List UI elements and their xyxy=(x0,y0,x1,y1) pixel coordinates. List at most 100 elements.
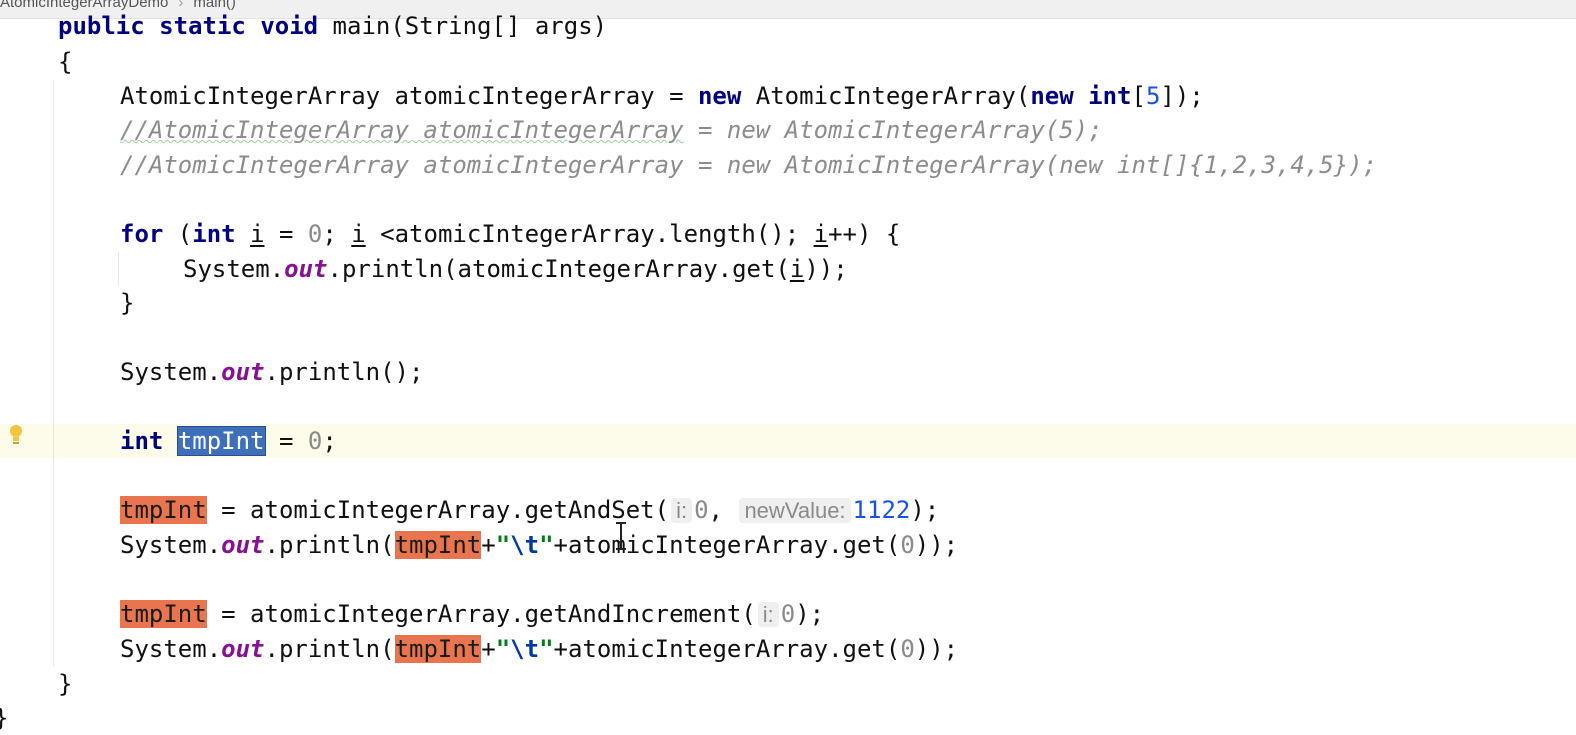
token-text: ( xyxy=(163,220,193,248)
code-line-21: } xyxy=(0,701,8,735)
token-text: System. xyxy=(120,531,222,559)
parameter-hint: newValue: xyxy=(739,498,851,523)
token-keyword: int xyxy=(1088,82,1132,110)
token-text: + xyxy=(481,531,496,559)
identifier-occurrence[interactable]: tmpInt xyxy=(120,496,207,524)
token-variable: i xyxy=(250,220,265,248)
parameter-hint: i: xyxy=(757,602,779,627)
token-text: = xyxy=(264,220,308,248)
token-text: = atomicIntegerArray.getAndIncrement( xyxy=(206,600,756,628)
token-text: .println(); xyxy=(264,358,424,386)
token-text: .println(atomicIntegerArray.get( xyxy=(327,255,790,283)
token-variable: i xyxy=(813,220,829,248)
token-string: " xyxy=(539,635,554,663)
identifier-occurrence[interactable]: tmpInt xyxy=(394,531,482,559)
token-text: AtomicIntegerArray( xyxy=(741,82,1031,110)
token-text: )); xyxy=(914,635,959,663)
token-text: ; xyxy=(322,220,352,248)
token-text: , xyxy=(708,496,738,524)
token-brace: } xyxy=(120,289,135,317)
token-escape: \t xyxy=(510,635,540,663)
token-static-field: out xyxy=(221,635,265,663)
token-keyword: for xyxy=(120,220,164,248)
token-text: +atomicIntegerArray.get( xyxy=(553,531,901,559)
code-line-15: tmpInt = atomicIntegerArray.getAndSet(i:… xyxy=(120,493,939,527)
token-number: 0 xyxy=(307,220,323,248)
indent-guide xyxy=(53,80,54,666)
token-static-field: out xyxy=(221,358,265,386)
token-text: ); xyxy=(795,600,825,628)
token-text: ++) { xyxy=(828,220,901,248)
token-text: )); xyxy=(804,255,848,283)
token-string: " xyxy=(539,531,554,559)
text-cursor-icon xyxy=(616,522,626,550)
token-text: +atomicIntegerArray.get( xyxy=(553,635,901,663)
token-text: = atomicIntegerArray.getAndSet( xyxy=(206,496,670,524)
token-number: 0 xyxy=(780,600,796,628)
token-text: System. xyxy=(183,255,285,283)
token-keyword: int xyxy=(192,220,236,248)
token-string: " xyxy=(495,635,511,663)
token-text: <atomicIntegerArray.length(); xyxy=(365,220,814,248)
token-keyword: new xyxy=(697,82,742,110)
token-comment: = new AtomicIntegerArray(5); xyxy=(683,116,1103,144)
token-keyword: int xyxy=(120,427,164,455)
token-static-field: out xyxy=(284,255,328,283)
token-comment: //AtomicIntegerArray atomicIntegerArray … xyxy=(120,151,1378,179)
code-line-8: System.out.println(atomicIntegerArray.ge… xyxy=(183,252,848,286)
token-number: 0 xyxy=(694,496,709,524)
token-text: System. xyxy=(120,358,222,386)
token-text: ); xyxy=(910,496,940,524)
code-line-1: public static void main(String[] args) xyxy=(58,9,607,43)
code-line-2: { xyxy=(58,45,72,79)
token-text: )); xyxy=(914,531,959,559)
token-number: 0 xyxy=(307,427,323,455)
token-number: 5 xyxy=(1145,82,1161,110)
code-line-13: int tmpInt = 0; xyxy=(120,424,337,458)
parameter-hint: i: xyxy=(671,498,693,523)
token-number: 1122 xyxy=(852,496,911,524)
code-line-5-comment: //AtomicIntegerArray atomicIntegerArray … xyxy=(120,148,1377,182)
token-keyword: public xyxy=(58,12,145,40)
token-brace: { xyxy=(58,48,73,76)
token-text: .println( xyxy=(264,531,395,559)
identifier-occurrence[interactable]: tmpInt xyxy=(120,600,207,628)
token-text: ]); xyxy=(1160,82,1204,110)
intention-bulb-icon[interactable] xyxy=(8,425,24,447)
token-string: " xyxy=(495,531,511,559)
token-variable: i xyxy=(351,220,366,248)
token-brace: } xyxy=(58,670,73,698)
selected-identifier[interactable]: tmpInt xyxy=(176,426,266,456)
token-text: .println( xyxy=(264,635,395,663)
token-comment-warning: //AtomicIntegerArray atomicIntegerArray xyxy=(120,116,684,144)
code-line-4-comment: //AtomicIntegerArray atomicIntegerArray … xyxy=(120,113,1103,147)
identifier-occurrence[interactable]: tmpInt xyxy=(394,635,482,663)
indent-guide-inner xyxy=(118,252,119,286)
code-line-3: AtomicIntegerArray atomicIntegerArray = … xyxy=(120,79,1204,113)
token-text: + xyxy=(481,635,496,663)
code-line-18: tmpInt = atomicIntegerArray.getAndIncrem… xyxy=(120,597,824,631)
token-keyword: new xyxy=(1030,82,1074,110)
token-text: = xyxy=(264,427,308,455)
token-text: [ xyxy=(1131,82,1146,110)
token-number: 0 xyxy=(900,635,915,663)
token-number: 0 xyxy=(900,531,915,559)
code-line-19: System.out.println(tmpInt+"\t"+atomicInt… xyxy=(120,632,958,666)
code-line-16: System.out.println(tmpInt+"\t"+atomicInt… xyxy=(120,528,958,562)
code-line-9: } xyxy=(120,286,134,320)
code-line-7: for (int i = 0; i <atomicIntegerArray.le… xyxy=(120,217,900,251)
code-line-11: System.out.println(); xyxy=(120,355,423,389)
token-brace: } xyxy=(0,704,8,732)
token-variable: i xyxy=(789,255,805,283)
code-line-20: } xyxy=(58,667,72,701)
token-text: AtomicIntegerArray atomicIntegerArray = xyxy=(120,82,698,110)
token-text: main(String[] args) xyxy=(318,12,608,40)
token-keyword: static xyxy=(159,12,246,40)
token-text: System. xyxy=(120,635,222,663)
token-keyword: void xyxy=(260,12,319,40)
token-static-field: out xyxy=(221,531,265,559)
token-text: ; xyxy=(322,427,337,455)
token-escape: \t xyxy=(510,531,540,559)
